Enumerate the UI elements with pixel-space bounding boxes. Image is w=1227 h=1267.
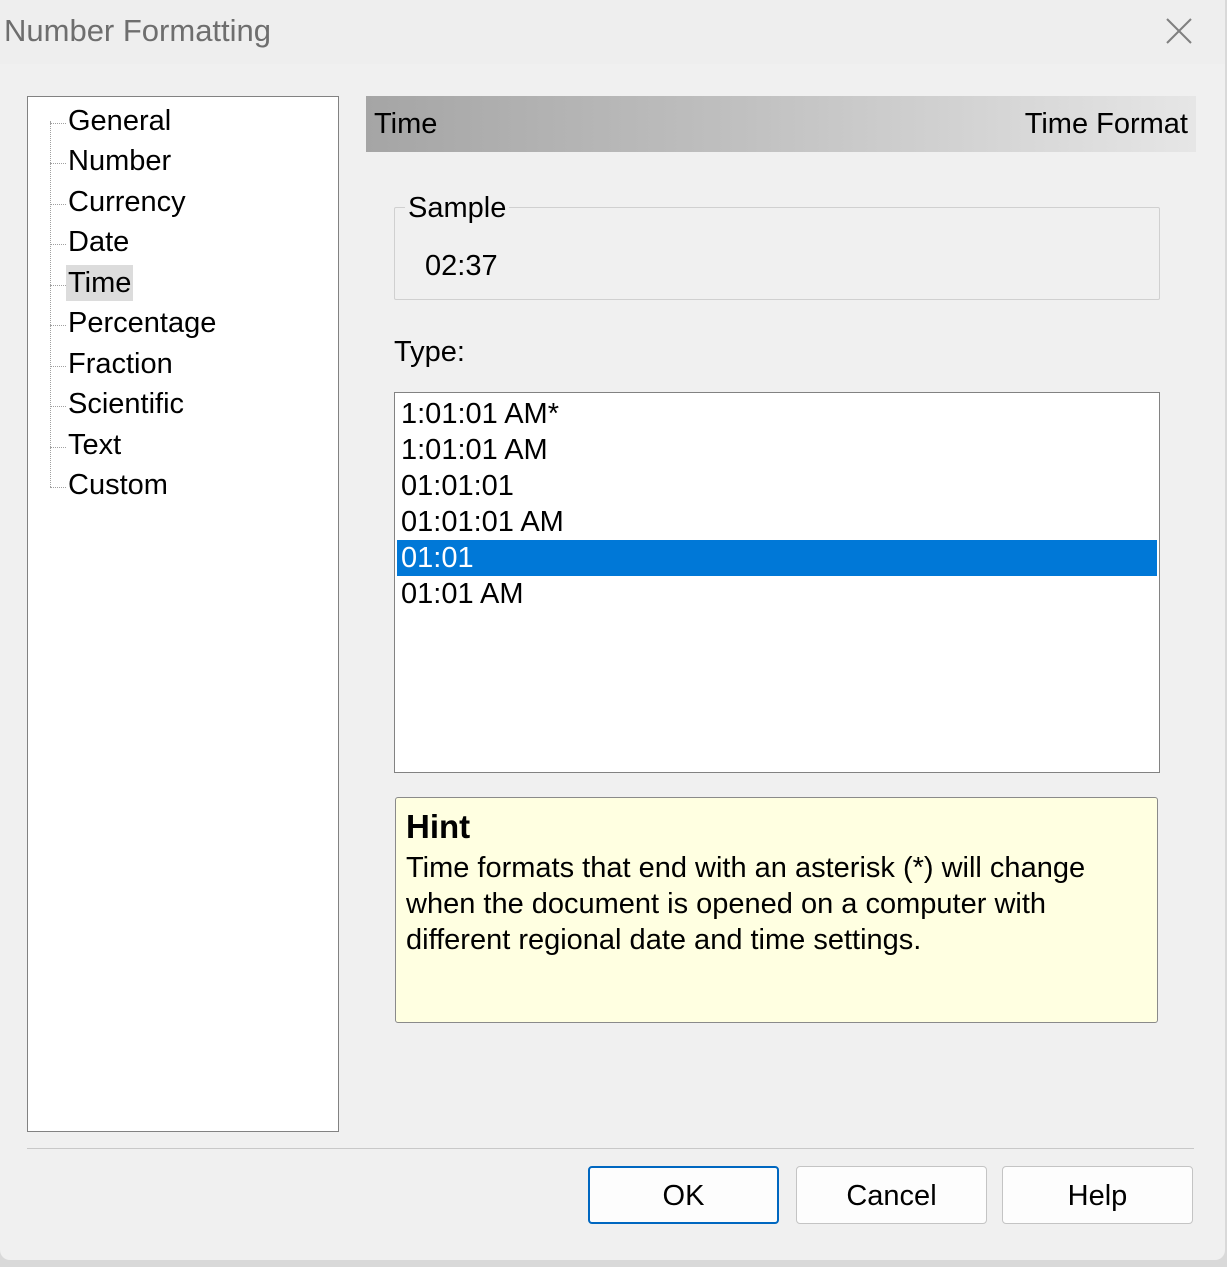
title-bar: Number Formatting — [0, 0, 1225, 64]
section-title: Time — [374, 108, 438, 140]
category-tree[interactable]: General Number Currency Date Time Percen… — [27, 96, 339, 1132]
category-label: Text — [68, 429, 122, 461]
section-subtitle: Time Format — [1024, 108, 1188, 140]
category-label: General — [68, 105, 172, 137]
window-title: Number Formatting — [4, 13, 272, 48]
type-label: Type: — [394, 336, 465, 368]
sample-label: Sample — [405, 192, 510, 225]
category-currency[interactable]: Currency — [50, 182, 310, 222]
category-date[interactable]: Date — [50, 222, 310, 262]
type-listbox[interactable]: 1:01:01 AM* 1:01:01 AM 01:01:01 01:01:01… — [394, 392, 1160, 773]
category-custom[interactable]: Custom — [50, 465, 310, 505]
category-label: Time — [66, 265, 134, 301]
type-option[interactable]: 1:01:01 AM — [397, 432, 1157, 468]
type-option[interactable]: 01:01 AM — [397, 576, 1157, 612]
close-button[interactable] — [1150, 4, 1208, 56]
type-option[interactable]: 01:01:01 — [397, 468, 1157, 504]
category-general[interactable]: General — [50, 101, 310, 141]
number-formatting-dialog: Number Formatting General Number Currenc… — [0, 0, 1225, 1260]
category-label: Scientific — [68, 388, 185, 420]
close-icon — [1166, 18, 1192, 44]
hint-box: Hint Time formats that end with an aster… — [395, 797, 1158, 1023]
category-label: Custom — [68, 469, 168, 501]
category-text[interactable]: Text — [50, 425, 310, 465]
category-scientific[interactable]: Scientific — [50, 384, 310, 424]
hint-text: Time formats that end with an asterisk (… — [406, 852, 1086, 956]
category-percentage[interactable]: Percentage — [50, 303, 310, 343]
type-option[interactable]: 1:01:01 AM* — [397, 396, 1157, 432]
category-label: Percentage — [68, 307, 217, 339]
footer-divider — [27, 1148, 1194, 1149]
category-number[interactable]: Number — [50, 141, 310, 181]
ok-button[interactable]: OK — [588, 1166, 779, 1224]
section-header: Time Time Format — [366, 96, 1196, 152]
help-button[interactable]: Help — [1002, 1166, 1193, 1224]
category-label: Number — [68, 145, 172, 177]
category-time[interactable]: Time — [50, 263, 310, 303]
category-label: Currency — [68, 186, 186, 218]
category-fraction[interactable]: Fraction — [50, 344, 310, 384]
hint-title: Hint — [406, 808, 471, 845]
type-option[interactable]: 01:01:01 AM — [397, 504, 1157, 540]
category-label: Date — [68, 226, 130, 258]
category-label: Fraction — [68, 348, 173, 380]
sample-value: 02:37 — [425, 250, 498, 282]
cancel-button[interactable]: Cancel — [796, 1166, 987, 1224]
type-option-selected[interactable]: 01:01 — [397, 540, 1157, 576]
